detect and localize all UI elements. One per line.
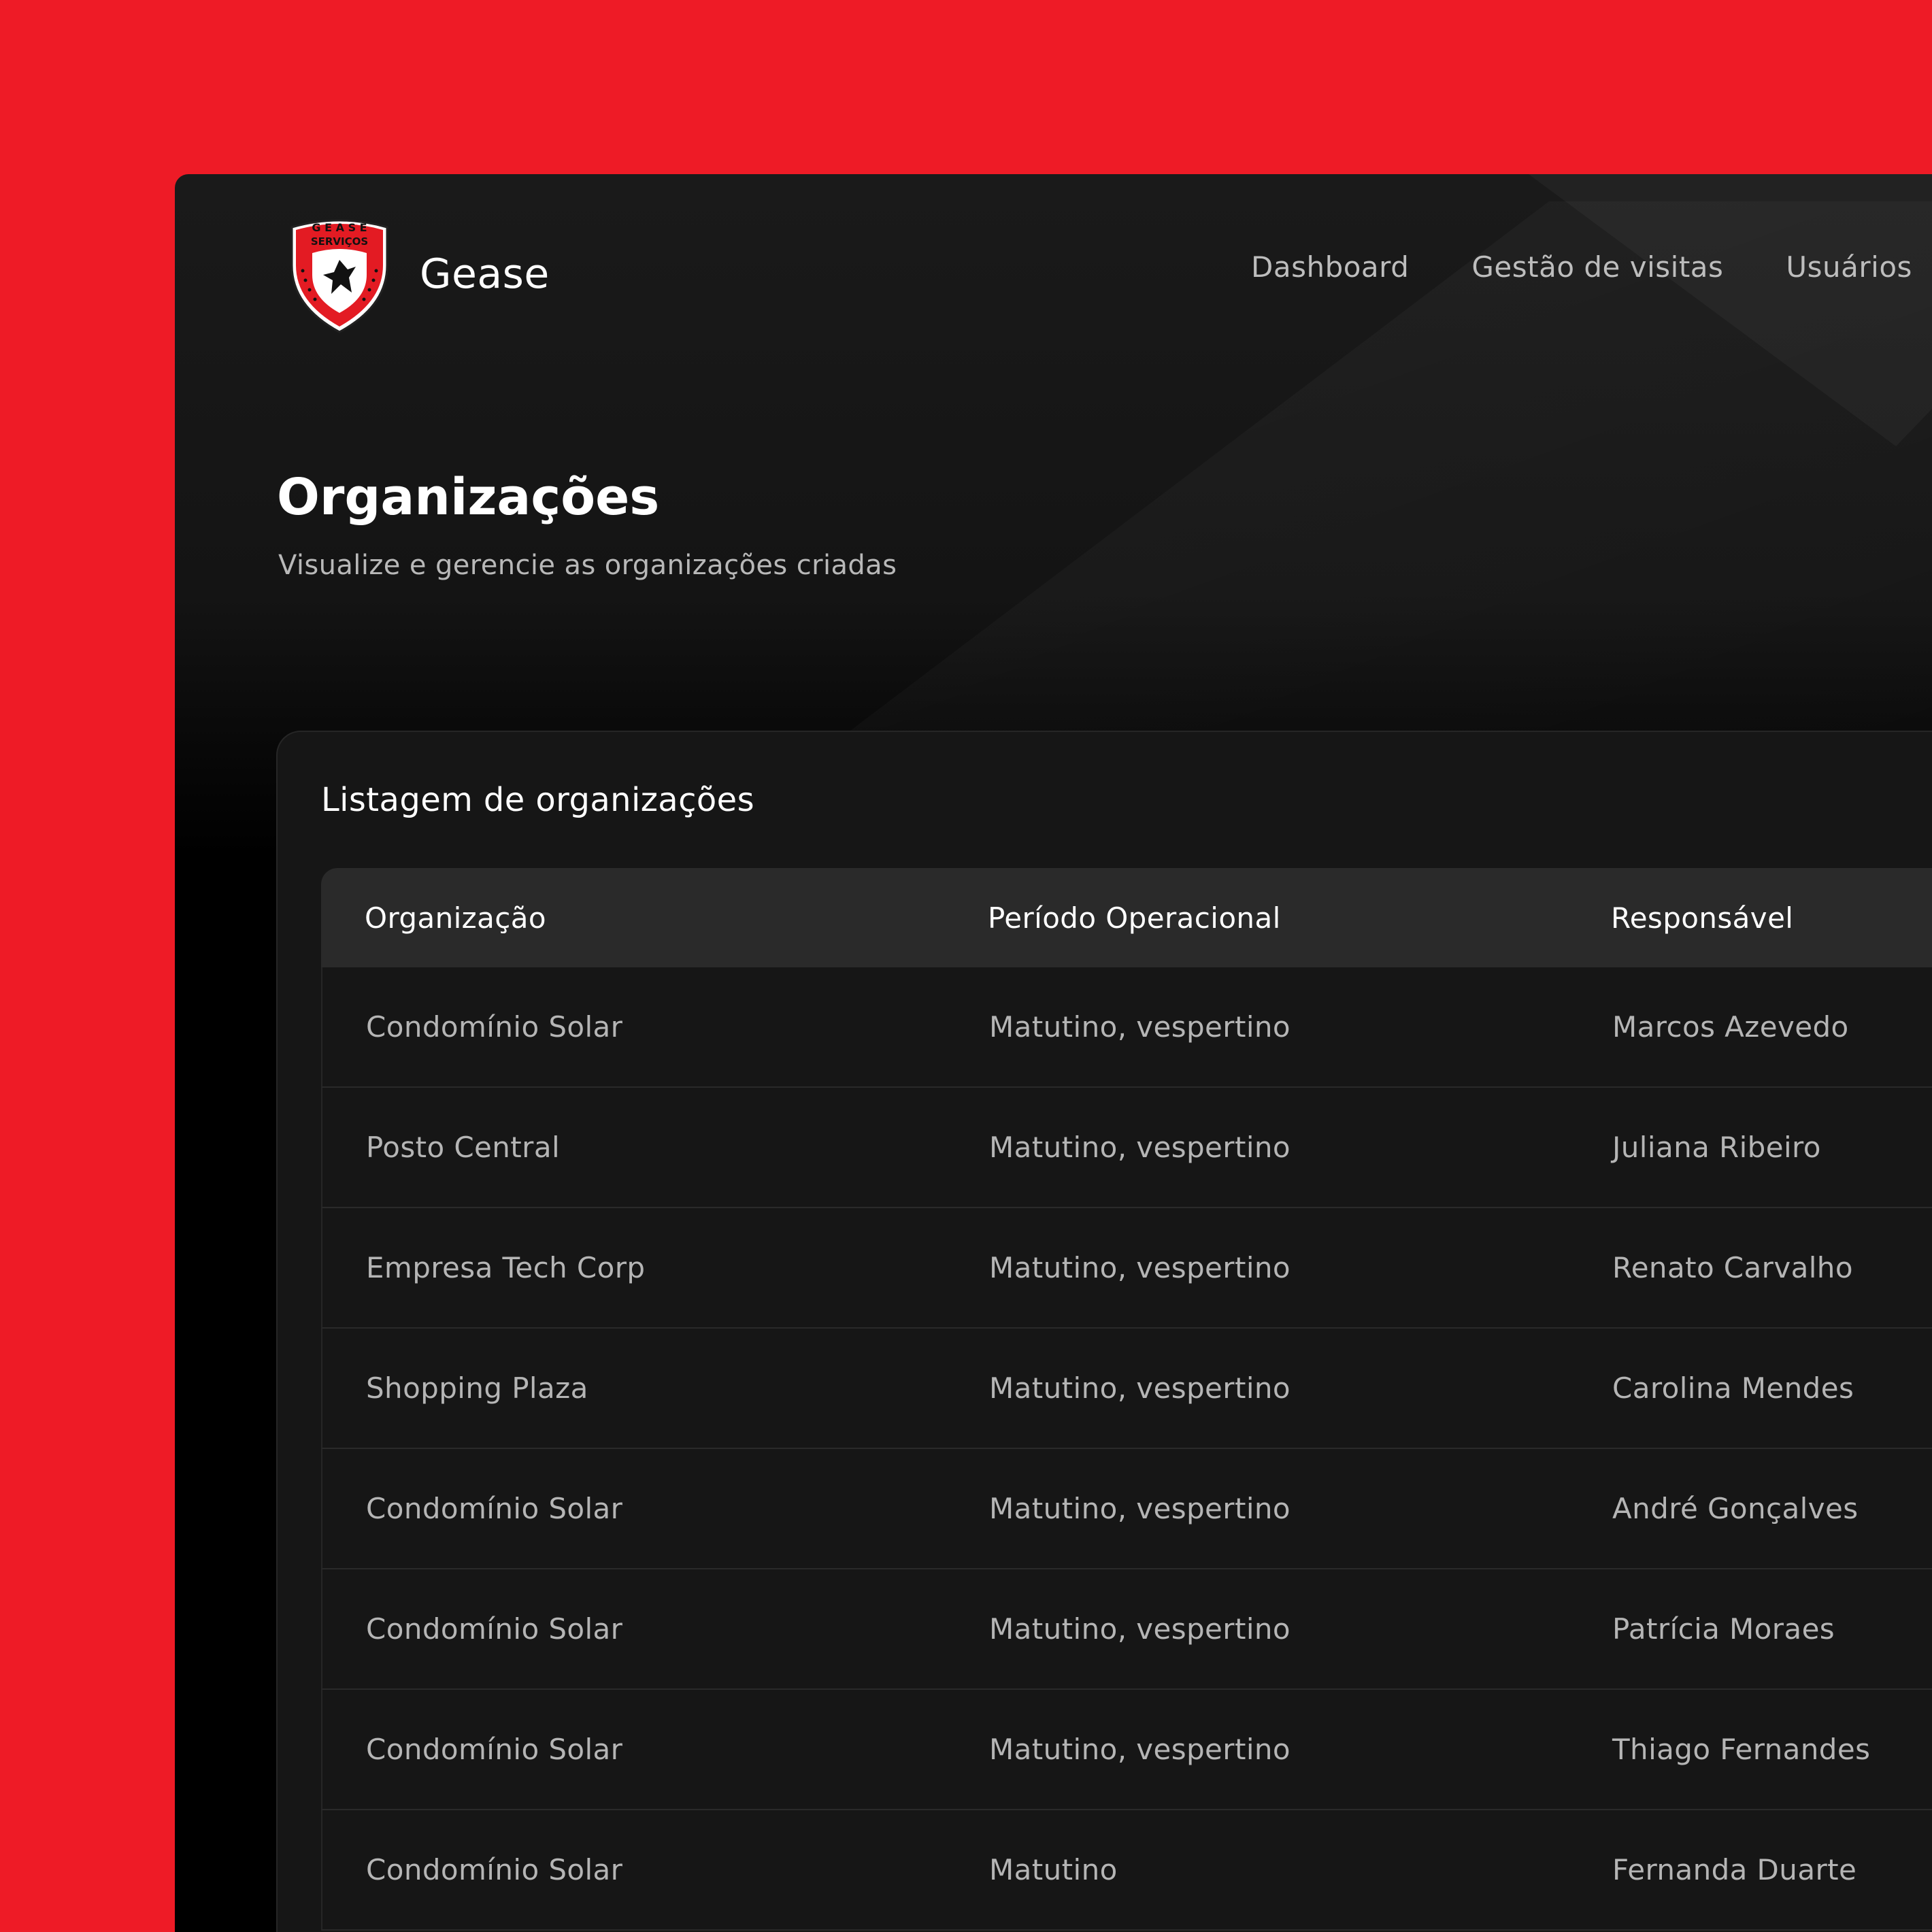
svg-text:SERVIÇOS: SERVIÇOS xyxy=(311,235,368,248)
main-nav: Dashboard Gestão de visitas Usuários xyxy=(1251,250,1912,284)
cell-periodo: Matutino, vespertino xyxy=(989,1371,1291,1405)
cell-periodo: Matutino, vespertino xyxy=(989,1251,1291,1284)
top-header: G E A S E SERVIÇOS Gease Dashboard Gestã… xyxy=(175,174,1932,378)
table-row[interactable]: Condomínio Solar Matutino, vespertino Th… xyxy=(321,1690,1932,1810)
page-subtitle: Visualize e gerencie as organizações cri… xyxy=(278,550,897,581)
organizations-table: Organização Período Operacional Responsá… xyxy=(321,868,1932,1931)
cell-periodo: Matutino, vespertino xyxy=(989,1733,1291,1766)
cell-periodo: Matutino, vespertino xyxy=(989,1010,1291,1044)
table-row[interactable]: Condomínio Solar Matutino, vespertino Pa… xyxy=(321,1569,1932,1690)
panel-title: Listagem de organizações xyxy=(321,781,754,819)
table-row[interactable]: Condomínio Solar Matutino, vespertino An… xyxy=(321,1449,1932,1569)
cell-responsavel: Marcos Azevedo xyxy=(1612,1010,1849,1044)
cell-organizacao: Condomínio Solar xyxy=(366,1612,623,1646)
table-row[interactable]: Condomínio Solar Matutino, vespertino Ma… xyxy=(321,967,1932,1088)
svg-text:G E A S E: G E A S E xyxy=(312,221,367,234)
brand-name: Gease xyxy=(420,250,550,298)
table-row[interactable]: Posto Central Matutino, vespertino Julia… xyxy=(321,1088,1932,1208)
cell-responsavel: Renato Carvalho xyxy=(1612,1251,1853,1284)
cell-responsavel: Juliana Ribeiro xyxy=(1612,1131,1821,1164)
column-header-responsavel[interactable]: Responsável xyxy=(1611,901,1793,935)
cell-responsavel: Patrícia Moraes xyxy=(1612,1612,1835,1646)
table-row[interactable]: Shopping Plaza Matutino, vespertino Caro… xyxy=(321,1329,1932,1449)
cell-organizacao: Condomínio Solar xyxy=(366,1733,623,1766)
app-window: G E A S E SERVIÇOS Gease Dashboard Gestã… xyxy=(175,174,1932,1932)
cell-organizacao: Posto Central xyxy=(366,1131,561,1164)
column-header-organizacao[interactable]: Organização xyxy=(365,901,546,935)
gease-shield-logo[interactable]: G E A S E SERVIÇOS xyxy=(285,218,394,335)
nav-gestao-de-visitas[interactable]: Gestão de visitas xyxy=(1471,250,1723,284)
cell-periodo: Matutino, vespertino xyxy=(989,1492,1291,1525)
cell-organizacao: Condomínio Solar xyxy=(366,1492,623,1525)
table-row[interactable]: Empresa Tech Corp Matutino, vespertino R… xyxy=(321,1208,1932,1329)
cell-organizacao: Empresa Tech Corp xyxy=(366,1251,646,1284)
cell-periodo: Matutino, vespertino xyxy=(989,1131,1291,1164)
cell-responsavel: Thiago Fernandes xyxy=(1612,1733,1871,1766)
nav-usuarios[interactable]: Usuários xyxy=(1786,250,1912,284)
cell-responsavel: Fernanda Duarte xyxy=(1612,1853,1857,1886)
cell-organizacao: Condomínio Solar xyxy=(366,1853,623,1886)
cell-periodo: Matutino xyxy=(989,1853,1118,1886)
cell-responsavel: André Gonçalves xyxy=(1612,1492,1859,1525)
cell-organizacao: Shopping Plaza xyxy=(366,1371,588,1405)
organizations-panel: Listagem de organizações Organização Per… xyxy=(276,731,1932,1932)
column-header-periodo[interactable]: Período Operacional xyxy=(988,901,1281,935)
table-header-row: Organização Período Operacional Responsá… xyxy=(321,868,1932,967)
table-row[interactable]: Condomínio Solar Matutino Fernanda Duart… xyxy=(321,1810,1932,1931)
nav-dashboard[interactable]: Dashboard xyxy=(1251,250,1409,284)
cell-organizacao: Condomínio Solar xyxy=(366,1010,623,1044)
page-title: Organizações xyxy=(277,468,660,527)
cell-periodo: Matutino, vespertino xyxy=(989,1612,1291,1646)
cell-responsavel: Carolina Mendes xyxy=(1612,1371,1854,1405)
